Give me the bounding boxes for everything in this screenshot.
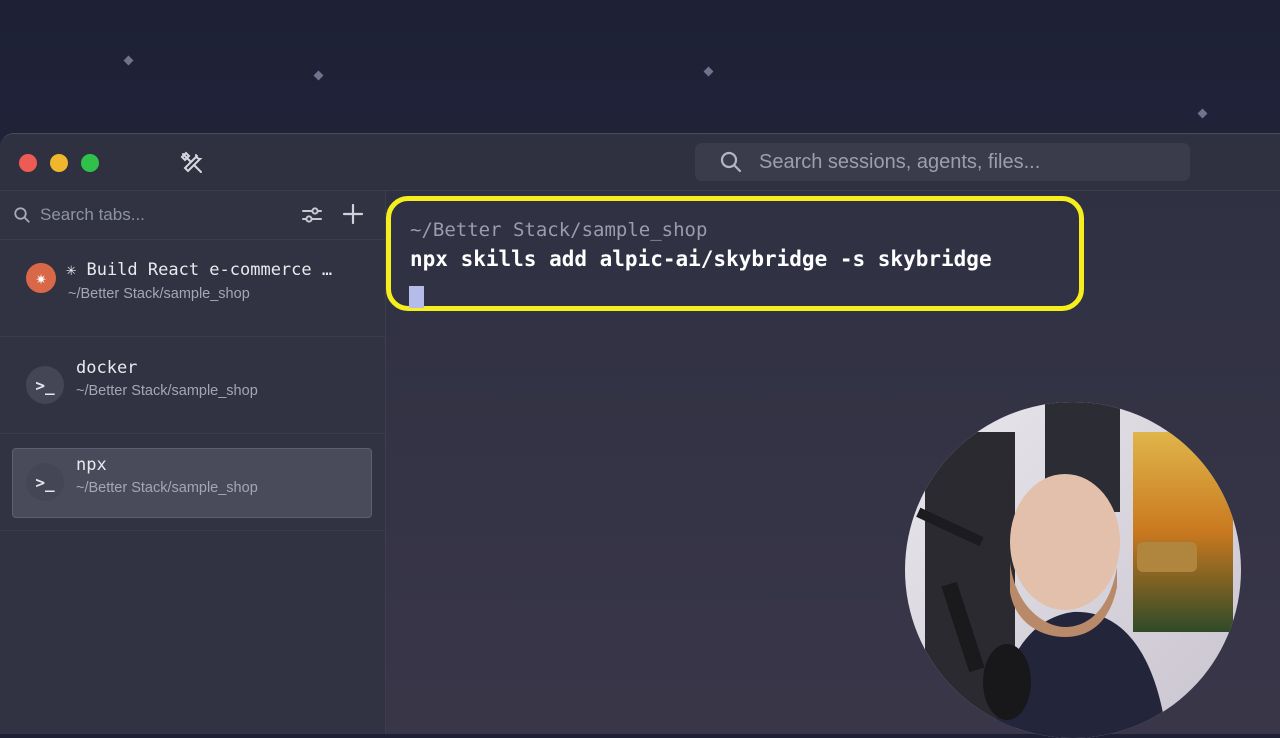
sidebar-tab-npx[interactable]: >_ npx ~/Better Stack/sample_shop (0, 434, 385, 531)
minimize-button[interactable] (50, 154, 68, 172)
terminal-command: npx skills add alpic-ai/skybridge -s sky… (410, 247, 992, 271)
global-search-placeholder: Search sessions, agents, files... (759, 150, 1041, 173)
new-tab-plus-icon[interactable] (342, 203, 364, 225)
tools-icon (180, 151, 203, 173)
tab-path: ~/Better Stack/sample_shop (76, 383, 258, 399)
tab-title: docker (76, 358, 138, 378)
title-bar: Search sessions, agents, files... (0, 134, 1280, 734)
tab-search-input[interactable]: Search tabs... (40, 205, 145, 225)
star-decoration (313, 70, 324, 81)
tab-search-bar: Search tabs... (0, 191, 385, 240)
global-search-input[interactable]: Search sessions, agents, files... (695, 143, 1190, 181)
terminal-icon: >_ (26, 366, 64, 404)
search-icon (719, 150, 743, 174)
presenter-image (905, 402, 1241, 738)
sidebar-tab-build-react[interactable]: ✷ ✳ Build React e-commerce … ~/Better St… (0, 240, 385, 337)
terminal-cwd: ~/Better Stack/sample_shop (410, 219, 708, 241)
filter-icon[interactable] (301, 205, 323, 225)
tab-title: ✳ Build React e-commerce … (66, 260, 333, 280)
zoom-button[interactable] (81, 154, 99, 172)
sidebar-tab-docker[interactable]: >_ docker ~/Better Stack/sample_shop (0, 337, 385, 434)
tab-path: ~/Better Stack/sample_shop (68, 286, 250, 302)
star-decoration (123, 55, 134, 66)
tabs-sidebar: Search tabs... ✷ ✳ Build React e-commerc… (0, 191, 386, 734)
claude-icon: ✷ (26, 263, 56, 293)
search-icon (13, 206, 31, 224)
tools-button[interactable] (173, 146, 211, 180)
tab-path: ~/Better Stack/sample_shop (76, 480, 258, 496)
tab-title: npx (76, 455, 107, 475)
close-button[interactable] (19, 154, 37, 172)
webcam-overlay (905, 402, 1241, 738)
star-decoration (703, 66, 714, 77)
terminal-cursor (409, 286, 424, 308)
star-decoration (1197, 108, 1208, 119)
terminal-icon: >_ (26, 463, 64, 501)
